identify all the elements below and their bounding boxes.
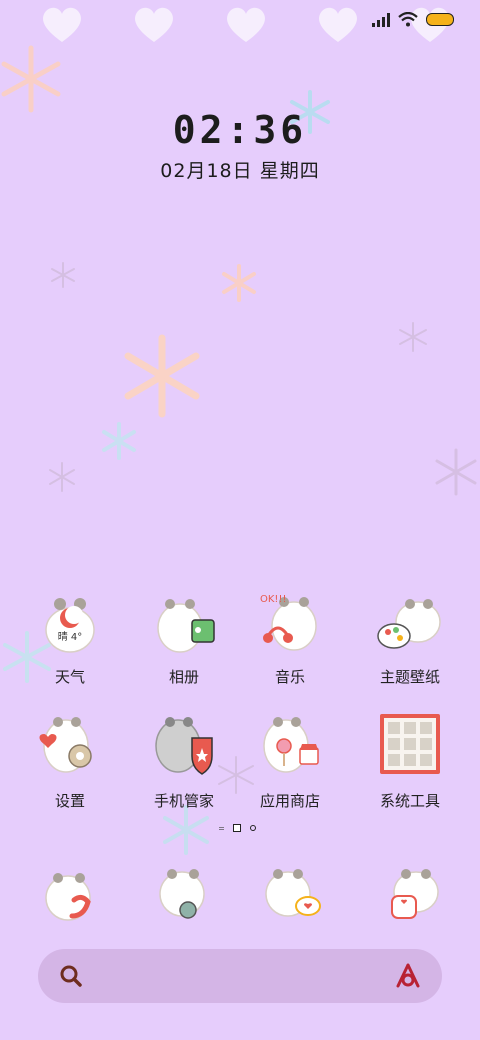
messages-icon	[265, 869, 321, 917]
snowflake-icon	[435, 448, 477, 496]
heart-icon	[227, 7, 265, 42]
app-label: 天气	[54, 668, 85, 686]
contacts-icon	[159, 869, 205, 919]
app-label: 相册	[168, 668, 199, 686]
app-label: 设置	[54, 792, 85, 810]
app-label: 手机管家	[153, 792, 214, 810]
app-label: 应用商店	[259, 792, 320, 810]
clock-time[interactable]: 02:36	[0, 108, 480, 152]
search-icon[interactable]	[58, 963, 84, 989]
search-bar[interactable]	[38, 949, 442, 1003]
heart-icon	[135, 7, 173, 42]
snowflake-icon	[124, 334, 200, 418]
dock-phone[interactable]	[20, 856, 120, 932]
svg-text:OK!!!: OK!!!	[260, 594, 286, 605]
theme-wallpaper-icon	[377, 599, 441, 649]
browser-icon	[391, 869, 439, 919]
dock-messages[interactable]	[240, 856, 340, 932]
snowflake-icon	[399, 322, 427, 352]
snowflake-icon	[222, 264, 256, 302]
dock-contacts[interactable]	[134, 856, 234, 932]
clock-date[interactable]: 02月18日 星期四	[0, 156, 480, 183]
app-label: 主题壁纸	[379, 668, 440, 686]
page-dot[interactable]	[219, 826, 224, 831]
gallery-icon	[157, 599, 215, 653]
app-settings[interactable]: 设置	[20, 710, 120, 811]
app-theme-wallpaper[interactable]: 主题壁纸	[360, 586, 460, 687]
snowflake-icon	[1, 45, 61, 113]
snowflake-icon	[49, 462, 75, 492]
wifi-icon	[398, 12, 418, 27]
weather-badge: 晴 4°	[58, 630, 83, 643]
page-indicator[interactable]	[219, 824, 256, 832]
dock-browser[interactable]	[360, 856, 460, 932]
app-app-store[interactable]: 应用商店	[240, 710, 340, 811]
status-bar	[372, 12, 454, 27]
snowflake-icon	[102, 422, 136, 460]
page-dot-active[interactable]	[233, 824, 241, 832]
app-gallery[interactable]: 相册	[134, 586, 234, 687]
signal-icon	[372, 12, 390, 27]
phone-manager-icon	[155, 717, 213, 775]
app-label: 音乐	[274, 668, 305, 686]
heart-icon	[43, 7, 81, 42]
assistant-icon[interactable]	[394, 963, 422, 989]
settings-icon	[39, 717, 92, 773]
music-icon: OK!!!	[260, 594, 317, 651]
page-dot[interactable]	[250, 825, 256, 831]
app-phone-manager[interactable]: 手机管家	[134, 710, 234, 811]
app-system-tools[interactable]: 系统工具	[360, 710, 460, 811]
snowflake-icon	[163, 805, 209, 855]
app-music[interactable]: OK!!! 音乐	[240, 586, 340, 687]
weather-icon: 晴 4°	[45, 598, 95, 653]
app-store-icon	[263, 717, 319, 773]
battery-icon	[426, 13, 454, 26]
app-weather[interactable]: 晴 4° 天气	[20, 586, 120, 687]
phone-icon	[45, 873, 91, 921]
heart-icon	[319, 7, 357, 42]
snowflake-icon	[51, 262, 75, 288]
app-label: 系统工具	[379, 792, 440, 810]
system-tools-icon	[380, 714, 440, 774]
